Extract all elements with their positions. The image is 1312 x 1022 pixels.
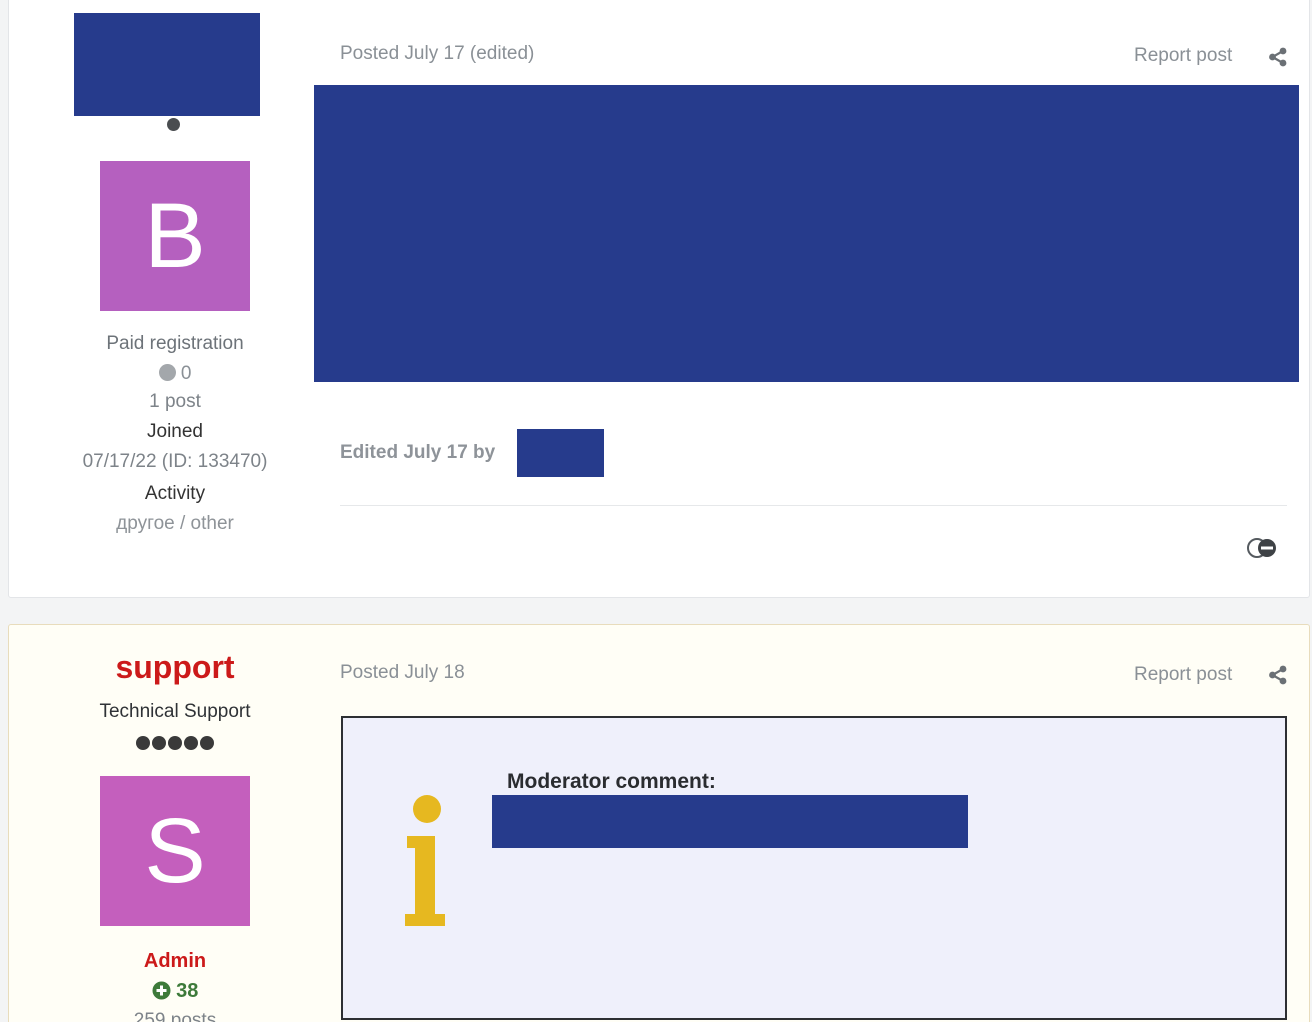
post-date[interactable]: Posted July 17 (edited): [340, 43, 534, 65]
redacted-editor-name: [517, 429, 604, 477]
reaction-icon[interactable]: [1246, 536, 1280, 560]
redacted-username: [74, 13, 260, 116]
joined-label: Joined: [147, 421, 203, 442]
reputation-row: 38: [49, 980, 301, 1003]
activity-value: другое / other: [116, 513, 234, 534]
author-group: Paid registration: [106, 333, 244, 354]
post-divider: [340, 505, 1287, 506]
avatar-letter: S: [144, 799, 206, 902]
report-post-link[interactable]: Report post: [1134, 664, 1232, 686]
info-icon: [405, 795, 445, 926]
reputation-count: 38: [176, 980, 199, 1002]
post-date[interactable]: Posted July 18: [340, 662, 465, 684]
moderator-comment-box: Moderator comment:: [341, 716, 1287, 1020]
neutral-circle-icon: [158, 364, 176, 381]
joined-value: 07/17/22 (ID: 133470): [82, 451, 268, 472]
post-count[interactable]: 1 post: [49, 391, 301, 413]
offline-status-icon: [167, 118, 180, 131]
post-count[interactable]: 259 posts: [49, 1010, 301, 1022]
moderator-comment-label: Moderator comment:: [507, 770, 716, 793]
edited-note: Edited July 17 by: [340, 442, 495, 464]
share-icon[interactable]: [1268, 665, 1288, 685]
avatar-letter: B: [144, 184, 206, 287]
member-title: Technical Support: [99, 701, 251, 722]
redacted-moderator-comment: [492, 795, 968, 848]
reputation-count: 0: [180, 363, 192, 384]
username[interactable]: support: [49, 649, 301, 686]
redacted-post-content: [314, 85, 1299, 382]
avatar[interactable]: B: [100, 161, 250, 311]
plus-circle-icon: [152, 981, 171, 1000]
post-1: B Paid registration 0 1 post Joined 07/1…: [8, 0, 1310, 598]
edited-text: Edited July 17 by: [340, 442, 496, 463]
post-2: support Technical Support S Admin 38 259…: [8, 624, 1310, 1022]
share-icon[interactable]: [1268, 47, 1288, 67]
reputation-row: 0: [49, 363, 301, 385]
rank-pips: [49, 736, 301, 755]
avatar[interactable]: S: [100, 776, 250, 926]
report-post-link[interactable]: Report post: [1134, 45, 1232, 67]
activity-label: Activity: [144, 483, 206, 504]
group-label: Admin: [143, 950, 207, 972]
